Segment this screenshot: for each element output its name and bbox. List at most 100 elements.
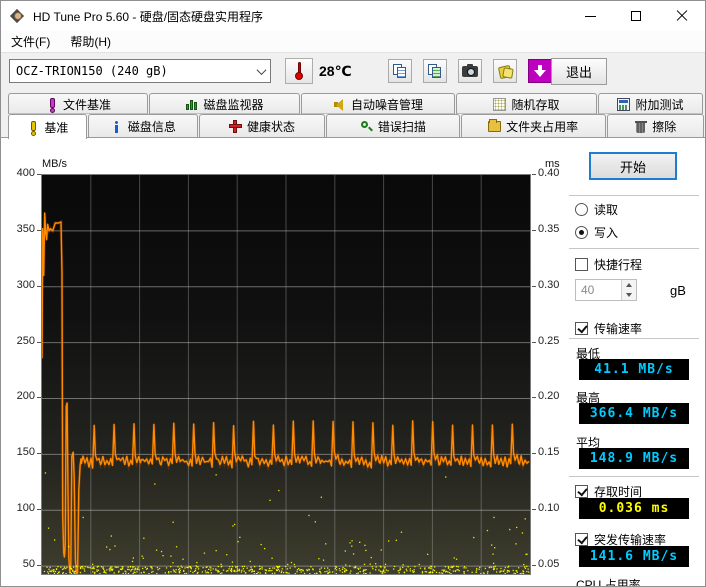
copy-text-button[interactable] [388,59,412,83]
chart-canvas [40,175,531,578]
tab-disk-info[interactable]: 磁盘信息 [87,114,198,137]
avg-value-display: 148.9 MB/s [579,448,689,469]
tab-extra-tests[interactable]: 附加测试 [598,93,703,114]
thermometer-icon [294,62,304,80]
left-axis-unit: MB/s [42,158,68,170]
close-button[interactable] [659,1,705,31]
write-radio[interactable] [575,226,588,239]
maximize-button[interactable] [613,1,659,31]
tab-random-access[interactable]: 随机存取 [456,93,597,114]
right-tick-label: 0.25 [538,334,560,347]
right-tick-label: 0.10 [538,502,560,515]
tab-health[interactable]: 健康状态 [199,114,325,137]
tab-benchmark[interactable]: 基准 [8,114,87,139]
tab-erase[interactable]: 擦除 [606,114,704,137]
title-bar: HD Tune Pro 5.60 - 硬盘/固态硬盘实用程序 [1,1,705,31]
read-radio[interactable] [575,203,588,216]
short-stroke-checkbox[interactable] [575,258,588,271]
left-tick-label: 200 [16,390,35,403]
tab-label: 附加测试 [635,97,684,112]
folder-usage-icon [488,119,502,132]
right-tick-label: 0.15 [538,446,560,459]
right-tick-mark [532,341,536,343]
minimize-icon [584,15,596,17]
short-stroke-row[interactable]: 快捷行程 [575,256,642,273]
read-radio-row[interactable]: 读取 [575,201,618,218]
right-tick-mark [532,397,536,399]
close-icon [676,10,688,22]
capacity-stepper[interactable]: 40 [575,279,637,301]
app-window: HD Tune Pro 5.60 - 硬盘/固态硬盘实用程序 文件(F) 帮助(… [0,0,706,587]
health-icon [228,119,242,133]
tab-label: 文件基准 [62,97,111,112]
write-radio-label: 写入 [594,226,619,240]
tab-label: 磁盘监视器 [203,97,264,112]
tab-label: 错误扫描 [377,119,426,134]
copy-image-button[interactable] [423,59,447,83]
screenshot-camera-icon [462,63,478,77]
stepper-up-icon[interactable] [622,280,636,290]
write-radio-row[interactable]: 写入 [575,224,618,241]
side-panel: 开始 读取 写入 快捷行程 40 gB 传输速率 最低 41.1 MB/s 最高… [566,138,705,586]
error-scan-icon [360,120,373,133]
transfer-rate-checkbox[interactable] [575,322,588,335]
menu-help[interactable]: 帮助(H) [60,30,121,53]
tab-folder-usage[interactable]: 文件夹占用率 [460,114,606,137]
copy-text-icon [393,64,407,78]
read-radio-label: 读取 [594,203,619,217]
right-tick-mark [532,453,536,455]
right-tick-label: 0.30 [538,278,560,291]
right-tick-mark [532,229,536,231]
stepper-down-icon[interactable] [622,290,636,300]
tab-row-top: 文件基准 磁盘监视器 自动噪音管理 随机存取 附加测试 [1,93,705,114]
short-stroke-label: 快捷行程 [594,258,643,272]
right-tick-label: 0.40 [538,167,560,179]
random-access-icon [493,97,507,111]
left-tick-label: 400 [16,167,35,179]
max-value-display: 366.4 MB/s [579,403,689,424]
tab-disk-monitor[interactable]: 磁盘监视器 [149,93,300,114]
drive-select-value: OCZ-TRION150 (240 gB) [16,64,168,78]
tab-label: 磁盘信息 [127,119,176,134]
disk-info-icon [110,120,123,133]
toolbar: OCZ-TRION150 (240 gB) 28℃ 退出 [1,53,705,93]
minimize-button[interactable] [567,1,613,31]
screenshot-button[interactable] [458,59,482,83]
tab-label: 基准 [44,120,69,135]
right-tick-label: 0.20 [538,390,560,403]
tab-error-scan[interactable]: 错误扫描 [325,114,460,137]
download-button[interactable] [528,59,552,83]
erase-icon [634,120,647,133]
benchmark-icon [26,120,39,136]
tab-row-bottom: 基准 磁盘信息 健康状态 错误扫描 文件夹占用率 擦除 [1,114,705,139]
tab-label: 健康状态 [246,119,295,134]
tab-label: 文件夹占用率 [506,119,579,134]
divider [569,248,699,249]
chevron-down-icon [252,60,270,82]
copy-image-icon [428,64,442,78]
save-results-icon [498,65,512,78]
extra-tests-icon [617,97,631,111]
transfer-rate-row[interactable]: 传输速率 [575,320,642,337]
left-tick-label: 250 [16,334,35,347]
benchmark-chart [40,174,531,578]
temperature-button[interactable] [285,58,313,84]
min-value-display: 41.1 MB/s [579,359,689,380]
tab-aam[interactable]: 自动噪音管理 [301,93,455,114]
burst-rate-checkbox[interactable] [575,533,588,546]
save-results-button[interactable] [493,59,517,83]
drive-select-dropdown[interactable]: OCZ-TRION150 (240 gB) [9,59,271,83]
access-time-checkbox[interactable] [575,485,588,498]
access-time-display: 0.036 ms [579,498,689,519]
start-button[interactable]: 开始 [589,152,677,180]
divider [569,338,699,339]
right-tick-label: 0.05 [538,558,560,571]
exit-button[interactable]: 退出 [551,58,607,85]
disk-monitor-icon [185,98,198,111]
maximize-icon [631,11,641,21]
file-benchmark-icon [45,97,58,113]
temperature-value: 28℃ [319,63,352,79]
menu-file[interactable]: 文件(F) [1,30,60,53]
tab-file-benchmark[interactable]: 文件基准 [8,93,148,114]
tab-label: 擦除 [652,119,677,134]
